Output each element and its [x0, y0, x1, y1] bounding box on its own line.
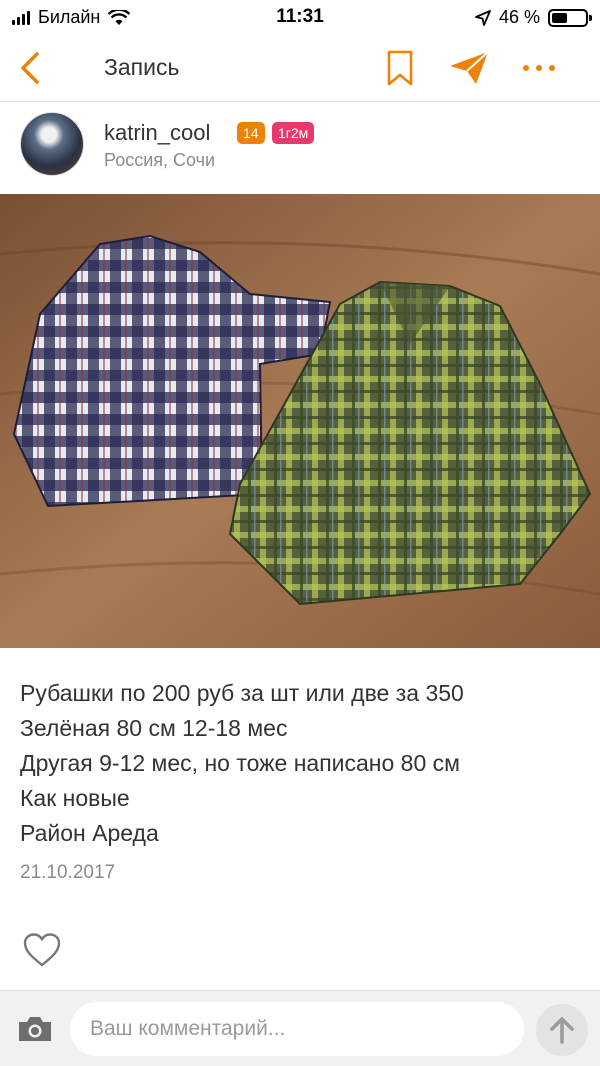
- send-button[interactable]: [536, 1004, 588, 1056]
- location-arrow-icon: [475, 9, 491, 26]
- post-date: 21.10.2017: [20, 862, 116, 883]
- chevron-left-icon: [21, 52, 39, 84]
- arrow-up-icon: [550, 1017, 574, 1044]
- nav-bar: Запись: [0, 34, 600, 102]
- page-title: Запись: [104, 54, 180, 80]
- battery-level: [552, 12, 567, 23]
- comment-bar: [0, 990, 600, 1066]
- status-bar: Билайн 11:31 46 %: [0, 0, 600, 34]
- post-text-line: Район Ареда: [20, 820, 159, 846]
- share-button[interactable]: [446, 48, 492, 88]
- author-name[interactable]: katrin_cool: [104, 120, 210, 146]
- avatar[interactable]: [20, 112, 84, 176]
- photo-image: [0, 194, 600, 648]
- bookmark-icon: [387, 50, 413, 86]
- post-text-line: Рубашки по 200 руб за шт или две за 350: [20, 680, 464, 706]
- post-text-line: Зелёная 80 см 12-18 мес: [20, 715, 288, 741]
- heart-outline-icon: [23, 933, 61, 967]
- paper-plane-icon: [450, 51, 489, 84]
- age-badge: 14: [237, 122, 265, 144]
- comment-input[interactable]: [70, 1002, 524, 1056]
- more-dots-icon: [523, 65, 555, 71]
- more-button[interactable]: [516, 48, 562, 88]
- camera-button[interactable]: [14, 1011, 56, 1047]
- author-location: Россия, Сочи: [104, 150, 216, 170]
- bookmark-button[interactable]: [380, 48, 420, 88]
- post-text-line: Как новые: [20, 785, 130, 811]
- time-badge: 1г2м: [272, 122, 315, 144]
- like-button[interactable]: [20, 930, 64, 970]
- back-button[interactable]: [10, 48, 50, 88]
- post-photo[interactable]: [0, 194, 600, 648]
- post-text: Рубашки по 200 руб за шт или две за 350 …: [20, 676, 590, 851]
- camera-icon: [19, 1017, 51, 1041]
- battery-percent: 46 %: [498, 7, 540, 27]
- post-text-line: Другая 9-12 мес, но тоже написано 80 см: [20, 750, 460, 776]
- author-header: katrin_cool 14 1г2м Россия, Сочи: [0, 102, 600, 194]
- battery-icon: [548, 8, 592, 27]
- status-right: 46 %: [475, 7, 592, 28]
